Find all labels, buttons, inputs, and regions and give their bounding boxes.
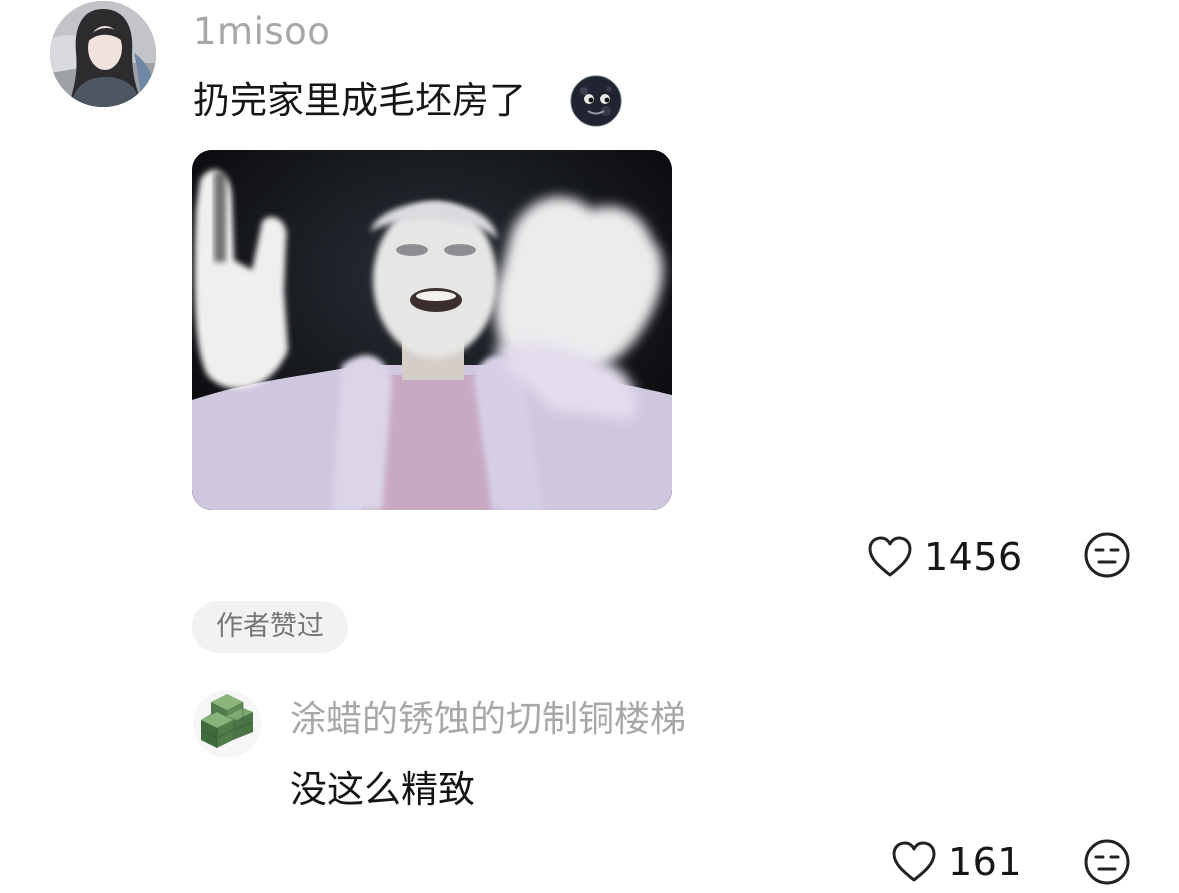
comment-text: 扔完家里成毛坯房了 [193, 79, 526, 122]
like-button-reply[interactable]: 161 [890, 840, 1022, 884]
neutral-face-icon[interactable] [1083, 838, 1131, 886]
neutral-face-icon[interactable] [1083, 531, 1131, 579]
comment-image[interactable] [192, 150, 672, 510]
like-button-main[interactable]: 1456 [866, 535, 1023, 579]
user-avatar-reply[interactable] [193, 690, 261, 758]
heart-outline-icon [868, 536, 912, 577]
profile-photo-icon [50, 1, 156, 107]
new-moon-face-icon [570, 75, 622, 127]
heart-outline-icon [892, 841, 936, 882]
user-avatar-main[interactable] [50, 1, 156, 107]
like-count: 1456 [924, 535, 1023, 579]
reply-text: 没这么精致 [290, 768, 475, 811]
like-count: 161 [948, 840, 1023, 884]
meme-image-graphic [192, 150, 672, 510]
author-liked-badge: 作者赞过 [192, 601, 348, 653]
copper-stairs-block-icon [193, 690, 261, 758]
comment-username[interactable]: 1misoo [193, 8, 330, 56]
reply-username[interactable]: 涂蜡的锈蚀的切制铜楼梯 [290, 695, 686, 745]
